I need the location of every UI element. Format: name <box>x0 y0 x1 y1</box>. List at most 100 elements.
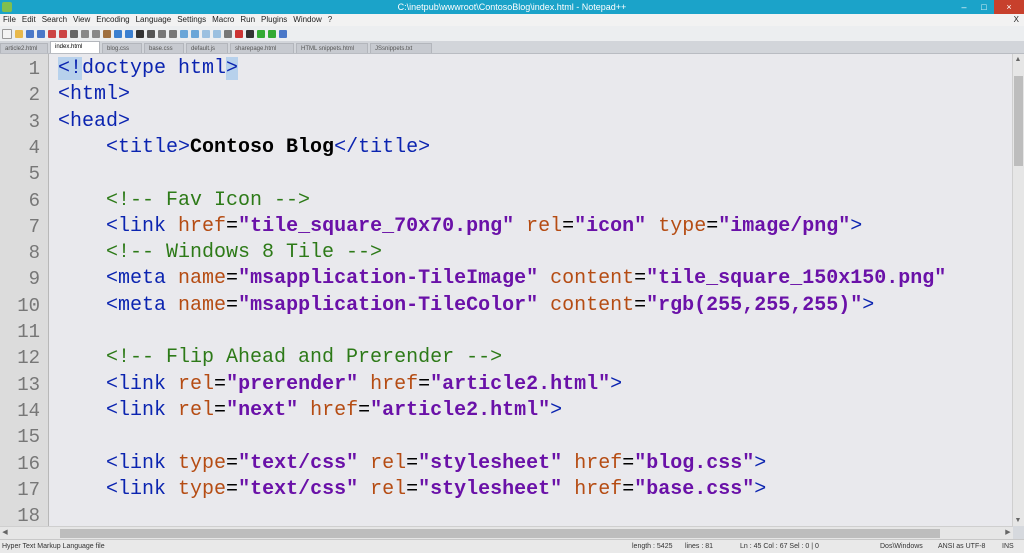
open-file-icon[interactable] <box>15 29 23 38</box>
attribute-token: name <box>178 267 227 291</box>
code-text[interactable]: <meta name="msapplication-TileImage" con… <box>58 266 946 292</box>
copy-icon[interactable] <box>92 29 100 38</box>
code-line[interactable]: 3 <head> <box>0 109 1024 135</box>
tab-blog-css[interactable]: blog.css <box>102 43 142 53</box>
code-line[interactable]: 12 <!-- Flip Ahead and Prerender --> <box>0 345 1024 371</box>
undo-icon[interactable] <box>114 29 122 38</box>
horizontal-scrollbar[interactable]: ◀ ▶ <box>0 526 1013 540</box>
code-line[interactable]: 10 <meta name="msapplication-TileColor" … <box>0 293 1024 319</box>
code-line[interactable]: 8 <!-- Windows 8 Tile --> <box>0 240 1024 266</box>
tab-default-js[interactable]: default.js <box>186 43 228 53</box>
code-line[interactable]: 5 <box>0 161 1024 187</box>
menu-plugins[interactable]: Plugins <box>258 14 290 26</box>
code-line[interactable]: 16 <link type="text/css" rel="stylesheet… <box>0 451 1024 477</box>
redo-icon[interactable] <box>125 29 133 38</box>
code-text[interactable]: <head> <box>58 109 130 135</box>
code-line[interactable]: 7 <link href="tile_square_70x70.png" rel… <box>0 214 1024 240</box>
zoom-in-icon[interactable] <box>158 29 166 38</box>
menu-window[interactable]: Window <box>290 14 324 26</box>
play-macro-icon[interactable] <box>257 29 265 38</box>
menu-search[interactable]: Search <box>39 14 70 26</box>
save-all-icon[interactable] <box>37 29 45 38</box>
code-text[interactable]: <html> <box>58 82 130 108</box>
new-file-icon[interactable] <box>2 28 12 39</box>
code-line[interactable]: 14 <link rel="next" href="article2.html"… <box>0 398 1024 424</box>
word-wrap-icon[interactable] <box>191 29 199 38</box>
code-text[interactable]: <link href="tile_square_70x70.png" rel="… <box>58 214 862 240</box>
menu-edit[interactable]: Edit <box>19 14 39 26</box>
code-line[interactable]: 13 <link rel="prerender" href="article2.… <box>0 372 1024 398</box>
menu-encoding[interactable]: Encoding <box>93 14 132 26</box>
replace-icon[interactable] <box>147 29 155 38</box>
close-file-icon[interactable] <box>48 29 56 38</box>
tab-sharepage[interactable]: sharepage.html <box>230 43 294 53</box>
scroll-left-icon[interactable]: ◀ <box>0 527 10 538</box>
show-all-chars-icon[interactable] <box>202 29 210 38</box>
code-editor[interactable]: 1 <!doctype html> 2 <html> 3 <head> 4 <title>C… <box>0 54 1024 526</box>
tab-html-snippets[interactable]: HTML snippets.html <box>296 43 368 53</box>
menu-run[interactable]: Run <box>237 14 258 26</box>
code-text[interactable]: <meta name="msapplication-TileColor" con… <box>58 293 874 319</box>
code-text[interactable]: <title>Contoso Blog</title> <box>58 135 430 161</box>
tab-base-css[interactable]: base.css <box>144 43 184 53</box>
scroll-down-icon[interactable]: ▼ <box>1013 515 1023 526</box>
find-icon[interactable] <box>136 29 144 38</box>
close-button[interactable]: × <box>994 0 1024 14</box>
menu-file[interactable]: File <box>0 14 19 26</box>
line-number: 8 <box>28 242 40 265</box>
code-line[interactable]: 2 <html> <box>0 82 1024 108</box>
code-line[interactable]: 6 <!-- Fav Icon --> <box>0 188 1024 214</box>
run-macro-multiple-icon[interactable] <box>268 29 276 38</box>
scroll-right-icon[interactable]: ▶ <box>1003 527 1013 538</box>
print-icon[interactable] <box>70 29 78 38</box>
vertical-scrollbar[interactable]: ▲ ▼ <box>1012 54 1024 526</box>
minimize-button[interactable]: – <box>954 0 974 14</box>
scroll-up-icon[interactable]: ▲ <box>1013 54 1023 65</box>
code-line[interactable]: 4 <title>Contoso Blog</title> <box>0 135 1024 161</box>
code-text[interactable]: <link type="text/css" rel="stylesheet" h… <box>58 451 766 477</box>
tab-js-snippets[interactable]: JSsnippets.txt <box>370 43 432 53</box>
tab-article2[interactable]: article2.html <box>0 43 48 53</box>
line-number: 4 <box>28 136 40 159</box>
cut-icon[interactable] <box>81 29 89 38</box>
menu-help[interactable]: ? <box>325 14 335 26</box>
vertical-scroll-thumb[interactable] <box>1014 76 1023 166</box>
code-text[interactable]: <link type="text/css" rel="stylesheet" h… <box>58 477 766 503</box>
code-line[interactable]: 15 <box>0 424 1024 450</box>
plain-token: = <box>406 451 419 475</box>
code-text[interactable]: <link rel="prerender" href="article2.htm… <box>58 372 622 398</box>
code-text[interactable]: <link rel="next" href="article2.html"> <box>58 398 562 424</box>
string-token: "base.css" <box>634 477 755 501</box>
code-text[interactable]: <!-- Fav Icon --> <box>58 188 310 214</box>
status-eol: Dos\Windows <box>880 543 923 550</box>
save-macro-icon[interactable] <box>279 29 287 38</box>
menu-settings[interactable]: Settings <box>174 14 209 26</box>
menu-language[interactable]: Language <box>133 14 175 26</box>
attribute-token: rel <box>370 477 407 501</box>
code-text[interactable]: <!-- Flip Ahead and Prerender --> <box>58 345 502 371</box>
tab-index[interactable]: index.html <box>50 41 100 53</box>
code-text[interactable]: <!doctype html> <box>58 56 239 82</box>
menu-view[interactable]: View <box>70 14 93 26</box>
code-line[interactable]: 18 <box>0 503 1024 526</box>
status-bar: Hyper Text Markup Language file length :… <box>0 539 1024 553</box>
code-line[interactable]: 11 <box>0 319 1024 345</box>
horizontal-scroll-thumb[interactable] <box>60 529 940 538</box>
code-text[interactable]: <!-- Windows 8 Tile --> <box>58 240 382 266</box>
close-all-icon[interactable] <box>59 29 67 38</box>
close-document-icon[interactable]: X <box>1011 14 1022 26</box>
maximize-button[interactable]: □ <box>974 0 994 14</box>
code-line[interactable]: 17 <link type="text/css" rel="stylesheet… <box>0 477 1024 503</box>
paste-icon[interactable] <box>103 29 111 38</box>
code-line[interactable]: 9 <meta name="msapplication-TileImage" c… <box>0 266 1024 292</box>
indent-guide-icon[interactable] <box>213 29 221 38</box>
save-icon[interactable] <box>26 29 34 38</box>
stop-macro-icon[interactable] <box>246 29 254 38</box>
sync-scroll-icon[interactable] <box>180 29 188 38</box>
code-line[interactable]: 1 <!doctype html> <box>0 56 1024 82</box>
menu-macro[interactable]: Macro <box>209 14 237 26</box>
doc-map-icon[interactable] <box>224 29 232 38</box>
record-macro-icon[interactable] <box>235 29 243 38</box>
zoom-out-icon[interactable] <box>169 29 177 38</box>
